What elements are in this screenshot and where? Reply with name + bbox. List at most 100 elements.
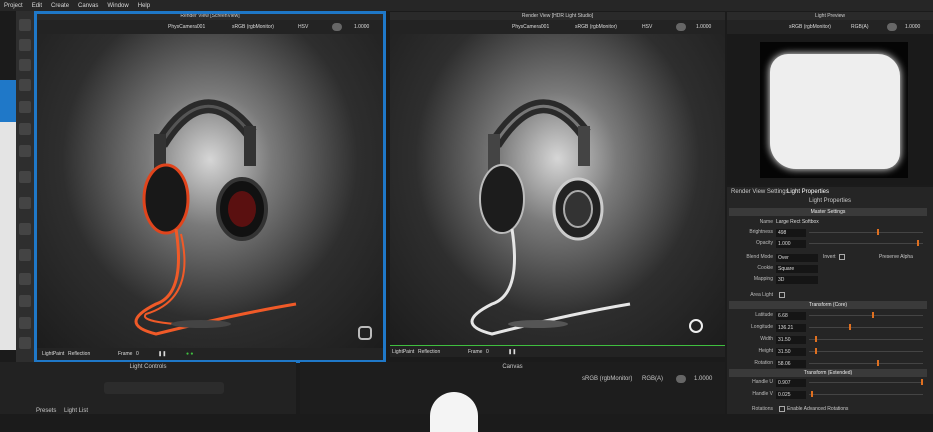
gear-icon[interactable] <box>19 223 31 235</box>
exposure-value[interactable]: 1.0000 <box>696 23 711 31</box>
tab-presets[interactable]: Presets <box>36 408 56 414</box>
advanced-rotations-checkbox[interactable] <box>779 406 785 412</box>
exposure-icon[interactable] <box>887 23 897 31</box>
slider-knob[interactable] <box>877 229 880 235</box>
mode-select[interactable]: HSV <box>642 23 652 31</box>
exposure-icon[interactable] <box>676 23 686 31</box>
menu-window[interactable]: Window <box>107 3 128 9</box>
handle-v-field[interactable]: 0.025 <box>776 390 806 399</box>
tool-icon[interactable] <box>19 295 31 307</box>
left-view-bar: PhysCamera001 sRGB (rgbMonitor) HSV 1.00… <box>36 20 384 34</box>
slider-knob[interactable] <box>920 379 923 385</box>
slider-knob[interactable] <box>811 391 814 397</box>
mode-select[interactable]: RGB(A) <box>642 376 663 382</box>
slider-knob[interactable] <box>917 240 920 246</box>
tool-icon[interactable] <box>19 273 31 285</box>
preserve-alpha-checkbox[interactable]: Preserve Alpha <box>879 253 913 262</box>
blend-select[interactable]: Over <box>776 253 818 262</box>
tool-icon[interactable] <box>19 145 31 157</box>
tool-icon[interactable] <box>19 101 31 113</box>
tool-icon[interactable] <box>19 79 31 91</box>
menu-bar: Project Edit Create Canvas Window Help <box>0 0 933 11</box>
opacity-slider[interactable] <box>809 240 923 246</box>
frame-value[interactable]: 0 <box>486 346 489 358</box>
invert-checkbox[interactable]: Invert <box>823 253 848 262</box>
longitude-slider[interactable] <box>809 324 923 330</box>
menu-help[interactable]: Help <box>138 3 150 9</box>
exposure-icon[interactable] <box>676 375 686 383</box>
height-slider[interactable] <box>809 348 923 354</box>
colorspace-select[interactable]: sRGB (rgbMonitor) <box>575 23 617 31</box>
opacity-label: Opacity <box>756 240 773 246</box>
menu-project[interactable]: Project <box>4 3 23 9</box>
exposure-value[interactable]: 1.0000 <box>905 23 920 31</box>
rotation-slider[interactable] <box>809 360 923 366</box>
name-value[interactable]: Large Rect Softbox <box>776 218 819 227</box>
brightness-field[interactable]: 498 <box>776 228 806 237</box>
camera-select[interactable]: PhysCamera001 <box>168 23 205 31</box>
mode-select[interactable]: RGB(A) <box>851 23 869 31</box>
opacity-row: Opacity 1.000 <box>727 239 933 248</box>
tool-icon[interactable] <box>19 197 31 209</box>
mode-select[interactable]: HSV <box>298 23 308 31</box>
rotation-field[interactable]: 58.06 <box>776 359 806 368</box>
transform-extended-header[interactable]: Transform (Extended) <box>729 369 927 377</box>
pause-icon[interactable]: ❚❚ <box>508 346 516 358</box>
colorspace-select[interactable]: sRGB (rgbMonitor) <box>232 23 274 31</box>
canvas-light-shape[interactable] <box>430 392 478 432</box>
slider-knob[interactable] <box>877 360 880 366</box>
width-slider[interactable] <box>809 336 923 342</box>
transform-core-header[interactable]: Transform (Core) <box>729 301 927 309</box>
handle-u-label: Handle U <box>752 379 773 385</box>
tool-icon[interactable] <box>19 171 31 183</box>
mapping-select[interactable]: 3D <box>776 275 818 284</box>
hdr-scene[interactable] <box>390 34 725 345</box>
tab-light-list[interactable]: Light List <box>64 408 88 414</box>
pause-icon[interactable]: ❚❚ <box>158 348 166 360</box>
handle-v-slider[interactable] <box>809 391 923 397</box>
slider-knob[interactable] <box>814 336 817 342</box>
width-field[interactable]: 31.50 <box>776 335 806 344</box>
handle-u-slider[interactable] <box>809 379 923 385</box>
exposure-value[interactable]: 1.0000 <box>694 376 712 382</box>
frame-value[interactable]: 0 <box>136 348 139 360</box>
master-settings-header[interactable]: Master Settings <box>729 208 927 216</box>
close-icon[interactable] <box>19 249 31 261</box>
tool-icon[interactable] <box>19 39 31 51</box>
menu-edit[interactable]: Edit <box>32 3 42 9</box>
tool-icon[interactable] <box>19 337 31 349</box>
exposure-icon[interactable] <box>332 23 342 31</box>
menu-create[interactable]: Create <box>51 3 69 9</box>
render-scene[interactable] <box>36 34 384 348</box>
tool-icon[interactable] <box>19 317 31 329</box>
camera-select[interactable]: PhysCamera001 <box>512 23 549 31</box>
menu-canvas[interactable]: Canvas <box>78 3 98 9</box>
paint-mode[interactable]: LightPaint <box>42 348 64 360</box>
slider-knob[interactable] <box>814 348 817 354</box>
brightness-slider[interactable] <box>809 229 923 235</box>
slider-knob[interactable] <box>871 312 874 318</box>
longitude-field[interactable]: 136.21 <box>776 323 806 332</box>
light-control-buttons[interactable] <box>104 382 224 394</box>
preview-canvas[interactable] <box>760 42 908 178</box>
latitude-field[interactable]: 6.68 <box>776 311 806 320</box>
paint-mode[interactable]: LightPaint <box>392 346 414 358</box>
tool-icon[interactable] <box>19 19 31 31</box>
tool-icon[interactable] <box>19 123 31 135</box>
exposure-value[interactable]: 1.0000 <box>354 23 369 31</box>
handle-u-field[interactable]: 0.907 <box>776 378 806 387</box>
blend-label: Blend Mode <box>746 254 773 260</box>
slider-knob[interactable] <box>848 324 851 330</box>
colorspace-select[interactable]: sRGB (rgbMonitor) <box>789 23 831 31</box>
colorspace-select[interactable]: sRGB (rgbMonitor) <box>582 376 632 382</box>
tab-render-view-settings[interactable]: Render View Settings <box>731 189 789 195</box>
reflection-select[interactable]: Reflection <box>68 348 90 360</box>
opacity-field[interactable]: 1.000 <box>776 239 806 248</box>
latitude-slider[interactable] <box>809 312 923 318</box>
area-light-checkbox[interactable] <box>779 292 785 298</box>
tab-light-properties[interactable]: Light Properties <box>787 189 829 195</box>
reflection-select[interactable]: Reflection <box>418 346 440 358</box>
cookie-select[interactable]: Square <box>776 264 818 273</box>
height-field[interactable]: 31.50 <box>776 347 806 356</box>
tool-icon[interactable] <box>19 59 31 71</box>
